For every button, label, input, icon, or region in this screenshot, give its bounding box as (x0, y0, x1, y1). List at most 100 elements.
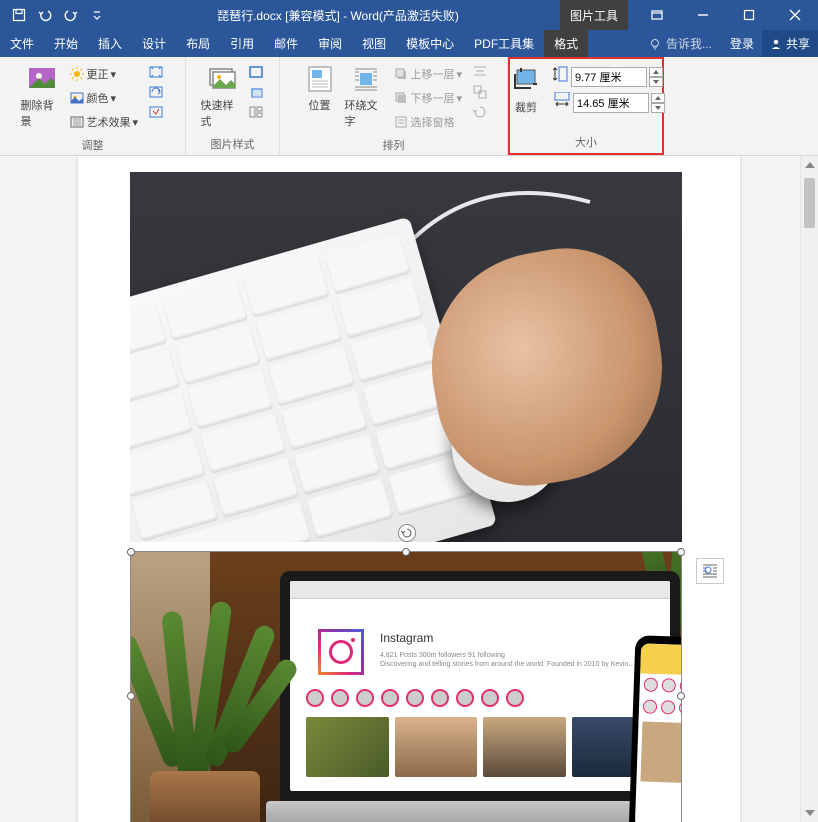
color-button[interactable]: 颜色▾ (67, 87, 143, 109)
btn-label: 选择窗格 (411, 114, 455, 130)
person-icon (770, 38, 782, 50)
group-label: 图片样式 (186, 134, 279, 155)
group-picture-styles: 快速样式 图片样式 (186, 57, 280, 155)
instagram-logo-icon (318, 629, 364, 675)
position-button[interactable]: 位置 (297, 61, 343, 115)
rotate-button[interactable] (471, 103, 489, 121)
position-icon (304, 63, 336, 95)
selection-pane-icon (393, 114, 409, 130)
width-down[interactable] (651, 103, 665, 113)
wrap-text-button[interactable]: 环绕文字 (343, 61, 389, 131)
width-icon (553, 92, 571, 113)
title-bar: 琵琶行.docx [兼容模式] - Word(产品激活失败) 图片工具 (0, 0, 818, 30)
tab-references[interactable]: 引用 (220, 30, 264, 57)
scroll-thumb[interactable] (804, 178, 815, 228)
tab-format[interactable]: 格式 (544, 30, 588, 57)
tell-me-search[interactable]: 告诉我... (638, 35, 722, 52)
tab-file[interactable]: 文件 (0, 30, 44, 57)
tab-design[interactable]: 设计 (132, 30, 176, 57)
resize-handle-n[interactable] (402, 548, 410, 556)
picture-effects-button[interactable] (247, 83, 265, 101)
maximize-button[interactable] (726, 0, 772, 30)
tab-insert[interactable]: 插入 (88, 30, 132, 57)
redo-button[interactable] (60, 4, 82, 26)
embedded-image-2[interactable]: Instagram 4,821 Posts 300m followers 91 … (130, 551, 682, 822)
ribbon-tabs: 文件 开始 插入 设计 布局 引用 邮件 审阅 视图 模板中心 PDF工具集 格… (0, 30, 818, 57)
tab-review[interactable]: 审阅 (308, 30, 352, 57)
ribbon-options-button[interactable] (634, 0, 680, 30)
btn-label: 颜色 (87, 90, 109, 106)
sun-icon (69, 66, 85, 82)
resize-handle-w[interactable] (127, 692, 135, 700)
quick-styles-button[interactable]: 快速样式 (199, 61, 245, 131)
btn-label: 快速样式 (201, 97, 243, 129)
resize-handle-ne[interactable] (677, 548, 685, 556)
bring-forward-icon (393, 66, 409, 82)
group-label: 排列 (280, 135, 507, 156)
profile-desc: Discovering and telling stories from aro… (380, 661, 634, 668)
group-objects-button[interactable] (471, 83, 489, 101)
group-label: 大小 (510, 132, 662, 153)
send-backward-button[interactable]: 下移一层▾ (391, 87, 467, 109)
change-picture-button[interactable] (147, 83, 165, 101)
width-up[interactable] (651, 93, 665, 103)
group-size: 裁剪 大小 (508, 57, 664, 155)
save-button[interactable] (8, 4, 30, 26)
height-down[interactable] (649, 77, 663, 87)
vertical-scrollbar[interactable] (800, 156, 818, 822)
page: Instagram 4,821 Posts 300m followers 91 … (78, 156, 740, 822)
quick-access-toolbar (0, 4, 116, 26)
picture-border-button[interactable] (247, 63, 265, 81)
undo-button[interactable] (34, 4, 56, 26)
bring-forward-button[interactable]: 上移一层▾ (391, 63, 467, 85)
minimize-button[interactable] (680, 0, 726, 30)
width-input[interactable] (573, 93, 649, 113)
align-button[interactable] (471, 63, 489, 81)
tab-pdftools[interactable]: PDF工具集 (464, 30, 544, 57)
scroll-down-button[interactable] (801, 804, 818, 822)
resize-handle-e[interactable] (677, 692, 685, 700)
rotation-handle[interactable] (398, 524, 416, 542)
picture-color-icon (69, 90, 85, 106)
wrap-icon (350, 63, 382, 95)
ribbon: 删除背景 更正▾ 颜色▾ 艺术效果▾ 调整 快速样式 (0, 57, 818, 156)
login-button[interactable]: 登录 (722, 35, 762, 52)
picture-layout-button[interactable] (247, 103, 265, 121)
tell-me-label: 告诉我... (666, 35, 712, 52)
selection-pane-button[interactable]: 选择窗格 (391, 111, 467, 133)
tab-template[interactable]: 模板中心 (396, 30, 464, 57)
share-button[interactable]: 共享 (762, 30, 818, 57)
artistic-effects-button[interactable]: 艺术效果▾ (67, 111, 143, 133)
brand-text: Instagram (380, 631, 433, 645)
height-up[interactable] (649, 67, 663, 77)
reset-picture-button[interactable] (147, 103, 165, 121)
resize-handle-nw[interactable] (127, 548, 135, 556)
btn-label: 更正 (87, 66, 109, 82)
document-area[interactable]: Instagram 4,821 Posts 300m followers 91 … (0, 156, 800, 822)
qat-dropdown[interactable] (86, 4, 108, 26)
contextual-tab-label: 图片工具 (560, 0, 628, 30)
picture-styles-icon (206, 63, 238, 95)
tab-view[interactable]: 视图 (352, 30, 396, 57)
embedded-image-1[interactable] (130, 172, 682, 542)
compress-pictures-button[interactable] (147, 63, 165, 81)
remove-bg-label: 删除背景 (21, 97, 63, 129)
height-input[interactable] (571, 67, 647, 87)
height-control (553, 65, 665, 88)
tab-home[interactable]: 开始 (44, 30, 88, 57)
crop-button[interactable]: 裁剪 (503, 63, 549, 117)
tab-mailings[interactable]: 邮件 (264, 30, 308, 57)
remove-background-button[interactable]: 删除背景 (19, 61, 65, 131)
corrections-button[interactable]: 更正▾ (67, 63, 143, 85)
btn-label: 下移一层 (411, 90, 455, 106)
btn-label: 艺术效果 (87, 114, 131, 130)
document-title: 琵琶行.docx [兼容模式] - Word(产品激活失败) (116, 7, 560, 24)
layout-options-button[interactable] (696, 558, 724, 584)
profile-meta: 4,821 Posts 300m followers 91 following (380, 652, 505, 659)
tab-layout[interactable]: 布局 (176, 30, 220, 57)
scroll-up-button[interactable] (801, 156, 818, 174)
close-button[interactable] (772, 0, 818, 30)
remove-bg-icon (26, 63, 58, 95)
btn-label: 环绕文字 (345, 97, 387, 129)
lightbulb-icon (648, 37, 662, 51)
